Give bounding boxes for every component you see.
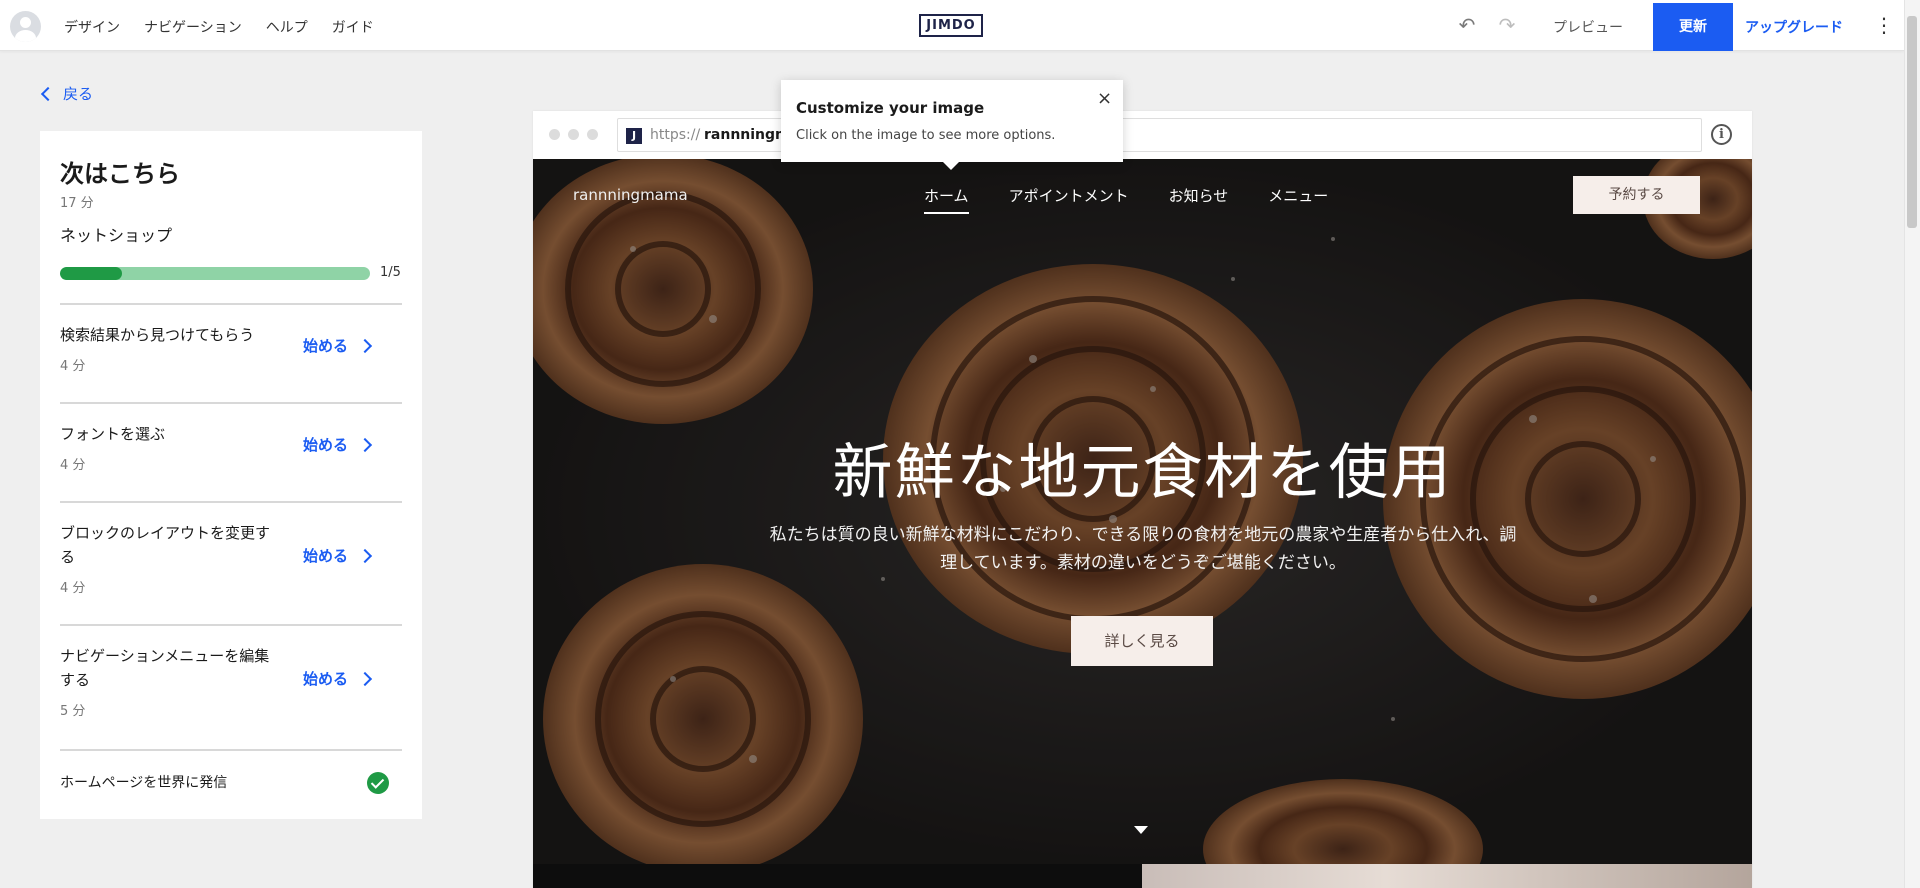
scroll-down-icon[interactable] xyxy=(1134,826,1148,834)
task-item: フォントを選ぶ 4 分 始める xyxy=(60,402,402,500)
tooltip-title: Customize your image xyxy=(796,99,985,117)
url-bar[interactable]: J https:// rannningma xyxy=(617,118,1702,152)
chevron-right-icon xyxy=(357,338,373,353)
preview-button[interactable]: プレビュー xyxy=(1553,17,1623,37)
site-preview-frame: J https:// rannningma i rannningmama ホーム… xyxy=(533,111,1752,888)
start-label: 始める xyxy=(303,547,349,565)
start-label: 始める xyxy=(303,436,349,454)
check-circle-icon xyxy=(367,772,389,794)
nav-navigation[interactable]: ナビゲーション xyxy=(144,17,242,37)
browser-bar: J https:// rannningma i xyxy=(533,111,1752,159)
task-title: ブロックのレイアウトを変更する xyxy=(60,524,271,566)
editor-nav: デザイン ナビゲーション ヘルプ ガイド xyxy=(64,17,374,37)
hero-overlay xyxy=(533,159,1752,864)
url-prefix: https:// xyxy=(650,127,701,143)
task-title: ナビゲーションメニューを編集する xyxy=(60,647,270,689)
close-icon[interactable]: × xyxy=(1097,88,1112,109)
start-label: 始める xyxy=(303,337,349,355)
editor-topbar: デザイン ナビゲーション ヘルプ ガイド JIMDO ↶ ↷ プレビュー 更新 … xyxy=(0,0,1904,51)
task-item: 検索結果から見つけてもらう 4 分 始める xyxy=(60,303,402,401)
hero-image[interactable]: rannningmama ホーム アポイントメント お知らせ メニュー 予約する… xyxy=(533,159,1752,864)
start-task-button[interactable]: 始める xyxy=(303,434,373,455)
progress-bar xyxy=(60,267,370,280)
book-button[interactable]: 予約する xyxy=(1573,176,1700,214)
site-nav-appointment[interactable]: アポイントメント xyxy=(1009,185,1129,214)
upgrade-button[interactable]: アップグレード xyxy=(1745,17,1843,37)
task-time: 4 分 xyxy=(60,458,86,473)
more-menu-icon[interactable]: ⋮ xyxy=(1874,14,1894,38)
task-item: ブロックのレイアウトを変更する 4 分 始める xyxy=(60,501,402,623)
learn-more-button[interactable]: 詳しく見る xyxy=(1071,616,1213,666)
site-name[interactable]: rannningmama xyxy=(573,186,688,204)
task-time: 5 分 xyxy=(60,704,86,719)
user-avatar-icon[interactable] xyxy=(10,11,41,42)
task-time: 4 分 xyxy=(60,581,86,596)
tooltip-text: Click on the image to see more options. xyxy=(796,128,1056,143)
window-dots xyxy=(549,129,598,140)
nav-guide[interactable]: ガイド xyxy=(332,17,374,37)
customize-image-tooltip: Customize your image Click on the image … xyxy=(781,80,1123,170)
chevron-left-icon xyxy=(40,86,56,101)
site-nav-menu[interactable]: メニュー xyxy=(1268,185,1328,214)
info-icon[interactable]: i xyxy=(1711,124,1732,145)
start-label: 始める xyxy=(303,670,349,688)
site-nav-news[interactable]: お知らせ xyxy=(1169,185,1229,214)
start-task-button[interactable]: 始める xyxy=(303,545,373,566)
chevron-right-icon xyxy=(357,437,373,452)
scrollbar-thumb[interactable] xyxy=(1907,16,1917,228)
task-time: 4 分 xyxy=(60,359,86,374)
update-button[interactable]: 更新 xyxy=(1653,3,1733,51)
start-task-button[interactable]: 始める xyxy=(303,335,373,356)
start-task-button[interactable]: 始める xyxy=(303,668,373,689)
next-section-preview xyxy=(533,864,1752,888)
back-label: 戻る xyxy=(63,85,94,103)
back-link[interactable]: 戻る xyxy=(40,83,94,104)
hero-text[interactable]: 私たちは質の良い新鮮な材料にこだわり、できる限りの食材を地元の農家や生産者から仕… xyxy=(763,521,1523,577)
redo-icon[interactable]: ↷ xyxy=(1496,14,1518,36)
panel-subtitle: ネットショップ xyxy=(60,226,173,245)
task-title: フォントを選ぶ xyxy=(60,425,166,443)
panel-title: 次はこちら xyxy=(60,160,180,188)
progress-label: 1/5 xyxy=(380,265,401,280)
jimdo-favicon-icon: J xyxy=(626,128,642,144)
site-nav: ホーム アポイントメント お知らせ メニュー xyxy=(924,185,1328,214)
completed-task-label: ホームページを世界に発信 xyxy=(60,775,228,791)
chevron-right-icon xyxy=(357,671,373,686)
task-title: 検索結果から見つけてもらう xyxy=(60,326,255,344)
next-steps-panel: 次はこちら 17 分 ネットショップ 1/5 検索結果から見つけてもらう 4 分… xyxy=(40,131,422,819)
task-item: ナビゲーションメニューを編集する 5 分 始める xyxy=(60,624,402,748)
progress-fill xyxy=(60,267,122,280)
nav-help[interactable]: ヘルプ xyxy=(266,17,308,37)
panel-time: 17 分 xyxy=(60,196,94,211)
hero-headline[interactable]: 新鮮な地元食材を使用 xyxy=(533,424,1752,511)
nav-design[interactable]: デザイン xyxy=(64,17,120,37)
undo-icon[interactable]: ↶ xyxy=(1456,14,1478,36)
divider xyxy=(60,749,402,751)
chevron-right-icon xyxy=(357,548,373,563)
site-nav-home[interactable]: ホーム xyxy=(924,185,969,214)
jimdo-logo[interactable]: JIMDO xyxy=(919,14,983,37)
